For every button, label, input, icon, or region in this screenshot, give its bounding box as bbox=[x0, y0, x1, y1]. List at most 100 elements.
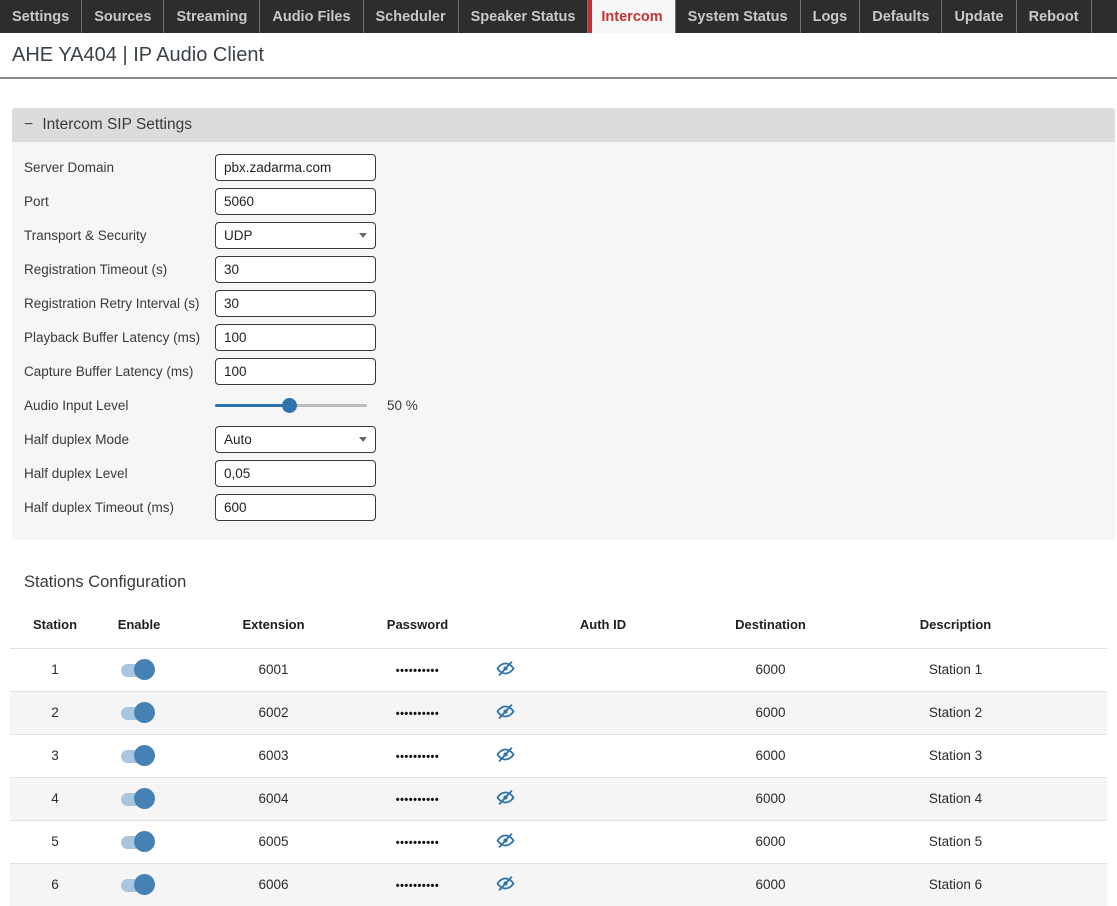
chevron-down-icon bbox=[359, 233, 367, 238]
field-row-registration-retry-interval-s: Registration Retry Interval (s) bbox=[24, 290, 1115, 317]
field-label-port: Port bbox=[24, 194, 215, 209]
eye-off-icon[interactable] bbox=[496, 831, 515, 850]
description-value: Station 4 bbox=[868, 777, 1043, 820]
column-header-password: Password bbox=[350, 602, 478, 648]
sip-panel-header[interactable]: − Intercom SIP Settings bbox=[12, 108, 1115, 142]
password-cell: •••••••••• bbox=[350, 648, 478, 691]
destination-value: 6000 bbox=[673, 734, 868, 777]
station-row-2: 26002••••••••••6000Station 2 bbox=[10, 691, 1107, 734]
description-value: Station 1 bbox=[868, 648, 1043, 691]
enable-toggle[interactable] bbox=[121, 745, 157, 767]
field-label-playback-buffer-latency-ms: Playback Buffer Latency (ms) bbox=[24, 330, 215, 345]
tab-sources[interactable]: Sources bbox=[82, 0, 164, 33]
enable-toggle[interactable] bbox=[121, 702, 157, 724]
tab-reboot[interactable]: Reboot bbox=[1017, 0, 1092, 33]
station-row-6: 66006••••••••••6000Station 6 bbox=[10, 863, 1107, 906]
column-header-destination: Destination bbox=[673, 602, 868, 648]
tab-speaker-status[interactable]: Speaker Status bbox=[459, 0, 589, 33]
field-row-capture-buffer-latency-ms: Capture Buffer Latency (ms) bbox=[24, 358, 1115, 385]
half-duplex-timeout-ms-input[interactable] bbox=[215, 494, 376, 521]
field-label-half-duplex-mode: Half duplex Mode bbox=[24, 432, 215, 447]
station-row-1: 16001••••••••••6000Station 1 bbox=[10, 648, 1107, 691]
password-cell: •••••••••• bbox=[350, 863, 478, 906]
page-title: AHE YA404 | IP Audio Client bbox=[12, 44, 1117, 67]
enable-toggle[interactable] bbox=[121, 788, 157, 810]
capture-buffer-latency-ms-input[interactable] bbox=[215, 358, 376, 385]
registration-timeout-s-input[interactable] bbox=[215, 256, 376, 283]
port-input[interactable] bbox=[215, 188, 376, 215]
enable-toggle[interactable] bbox=[121, 659, 157, 681]
password-visibility-cell bbox=[478, 734, 533, 777]
column-header-enable: Enable bbox=[100, 602, 178, 648]
half-duplex-level-input[interactable] bbox=[215, 460, 376, 487]
tab-system-status[interactable]: System Status bbox=[676, 0, 801, 33]
enable-cell bbox=[100, 648, 178, 691]
field-label-registration-timeout-s: Registration Timeout (s) bbox=[24, 262, 215, 277]
auth-id-value bbox=[533, 691, 673, 734]
eye-off-icon[interactable] bbox=[496, 745, 515, 764]
server-domain-input[interactable] bbox=[215, 154, 376, 181]
password-visibility-cell bbox=[478, 863, 533, 906]
transport-security-select[interactable]: UDP bbox=[215, 222, 376, 249]
eye-off-icon[interactable] bbox=[496, 659, 515, 678]
tab-audio-files[interactable]: Audio Files bbox=[260, 0, 363, 33]
top-nav: SettingsSourcesStreamingAudio FilesSched… bbox=[0, 0, 1117, 33]
audio-input-level-value: 50 % bbox=[387, 398, 418, 413]
column-header-auth-id: Auth ID bbox=[533, 602, 673, 648]
destination-value: 6000 bbox=[673, 691, 868, 734]
column-header-extension: Extension bbox=[178, 602, 350, 648]
half-duplex-mode-select[interactable]: Auto bbox=[215, 426, 376, 453]
eye-off-icon[interactable] bbox=[496, 702, 515, 721]
tab-logs[interactable]: Logs bbox=[801, 0, 861, 33]
slider-thumb[interactable] bbox=[282, 398, 297, 413]
destination-value: 6000 bbox=[673, 648, 868, 691]
transport-security-selected-value[interactable]: UDP bbox=[215, 222, 376, 249]
auth-id-value bbox=[533, 863, 673, 906]
toggle-thumb bbox=[134, 702, 155, 723]
password-mask: •••••••••• bbox=[396, 751, 440, 763]
tab-intercom[interactable]: Intercom bbox=[588, 0, 675, 33]
column-header-description: Description bbox=[868, 602, 1043, 648]
password-mask: •••••••••• bbox=[396, 665, 440, 677]
password-mask: •••••••••• bbox=[396, 880, 440, 892]
toggle-thumb bbox=[134, 745, 155, 766]
enable-cell bbox=[100, 734, 178, 777]
field-row-playback-buffer-latency-ms: Playback Buffer Latency (ms) bbox=[24, 324, 1115, 351]
half-duplex-mode-selected-value[interactable]: Auto bbox=[215, 426, 376, 453]
password-visibility-cell bbox=[478, 648, 533, 691]
password-mask: •••••••••• bbox=[396, 708, 440, 720]
field-row-registration-timeout-s: Registration Timeout (s) bbox=[24, 256, 1115, 283]
chevron-down-icon bbox=[359, 437, 367, 442]
slider-fill bbox=[215, 404, 289, 407]
station-number: 2 bbox=[10, 691, 100, 734]
tab-streaming[interactable]: Streaming bbox=[164, 0, 260, 33]
playback-buffer-latency-ms-input[interactable] bbox=[215, 324, 376, 351]
field-row-half-duplex-timeout-ms: Half duplex Timeout (ms) bbox=[24, 494, 1115, 521]
collapse-minus-icon[interactable]: − bbox=[24, 117, 33, 133]
field-row-transport-security: Transport & SecurityUDP bbox=[24, 222, 1115, 249]
extension-value: 6001 bbox=[178, 648, 350, 691]
enable-cell bbox=[100, 777, 178, 820]
tab-scheduler[interactable]: Scheduler bbox=[364, 0, 459, 33]
tab-defaults[interactable]: Defaults bbox=[860, 0, 942, 33]
password-visibility-cell bbox=[478, 820, 533, 863]
enable-toggle[interactable] bbox=[121, 831, 157, 853]
extension-value: 6006 bbox=[178, 863, 350, 906]
audio-input-level-slider[interactable] bbox=[215, 398, 367, 414]
field-row-half-duplex-mode: Half duplex ModeAuto bbox=[24, 426, 1115, 453]
registration-retry-interval-s-input[interactable] bbox=[215, 290, 376, 317]
eye-off-icon[interactable] bbox=[496, 874, 515, 893]
enable-toggle[interactable] bbox=[121, 874, 157, 896]
password-mask: •••••••••• bbox=[396, 837, 440, 849]
tab-settings[interactable]: Settings bbox=[0, 0, 82, 33]
station-number: 6 bbox=[10, 863, 100, 906]
stations-title: Stations Configuration bbox=[24, 573, 1117, 592]
extension-value: 6004 bbox=[178, 777, 350, 820]
description-value: Station 3 bbox=[868, 734, 1043, 777]
field-label-transport-security: Transport & Security bbox=[24, 228, 215, 243]
eye-off-icon[interactable] bbox=[496, 788, 515, 807]
destination-value: 6000 bbox=[673, 777, 868, 820]
slider-track bbox=[289, 404, 367, 407]
tab-update[interactable]: Update bbox=[942, 0, 1016, 33]
extension-value: 6002 bbox=[178, 691, 350, 734]
